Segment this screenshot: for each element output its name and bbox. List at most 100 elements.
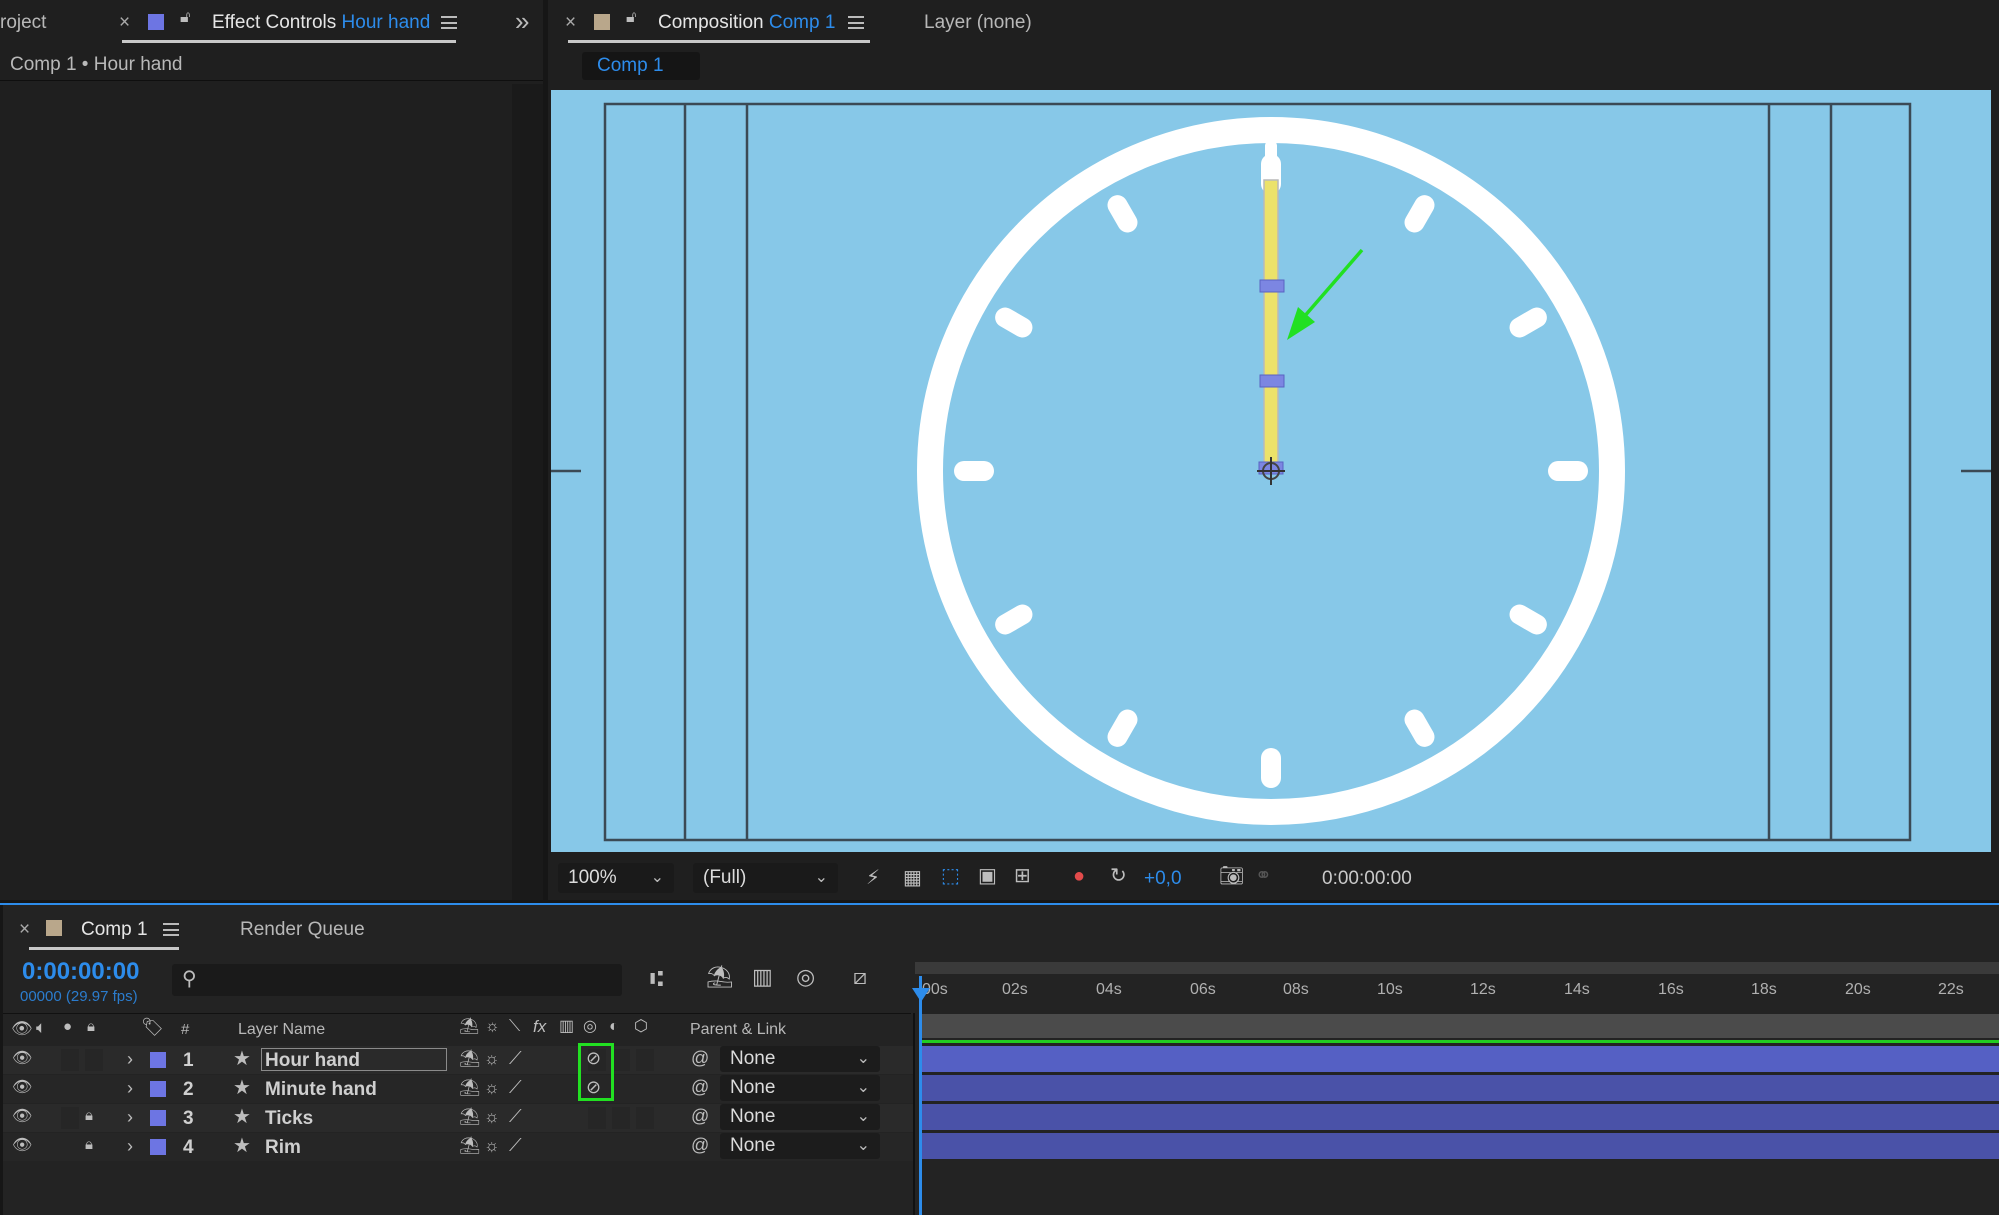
solo-icon[interactable]: ●: [63, 1019, 72, 1034]
quality-switch-icon[interactable]: ⟋: [509, 1078, 522, 1096]
pick-whip-icon[interactable]: @: [691, 1136, 709, 1154]
visibility-eye-icon[interactable]: 👁︎: [12, 1051, 32, 1067]
shy-switch-icon[interactable]: ⛱︎: [459, 1079, 481, 1096]
viewer-timecode[interactable]: 0:00:00:00: [1322, 868, 1412, 890]
fast-previews-icon[interactable]: ⚡︎: [866, 868, 880, 888]
layer-row[interactable]: 👁︎ › 1 ★ Hour hand ⛱︎ ☼ ⟋ ⊘ @ None ⌄: [3, 1046, 913, 1074]
collapse-switch-icon[interactable]: ☼: [484, 1050, 500, 1067]
frame-blending-icon[interactable]: ▥: [752, 966, 773, 988]
adjustment-cell[interactable]: [612, 1049, 630, 1071]
exposure-value[interactable]: +0,0: [1144, 868, 1182, 890]
comp-viewer[interactable]: [551, 90, 1991, 852]
search-input[interactable]: ⚲: [172, 964, 622, 996]
video-visibility-icon[interactable]: 👁︎: [11, 1020, 33, 1037]
layer-name[interactable]: Rim: [265, 1137, 301, 1159]
motion-blur-cell[interactable]: [588, 1136, 606, 1158]
layer-label-color[interactable]: [150, 1139, 166, 1155]
3d-cell[interactable]: [636, 1049, 654, 1071]
solo-cell[interactable]: [61, 1078, 79, 1100]
layer-bar-ticks[interactable]: [922, 1104, 1999, 1130]
tab-timeline-comp[interactable]: Comp 1: [81, 919, 148, 941]
column-layer-name[interactable]: Layer Name: [238, 1021, 325, 1039]
visibility-eye-icon[interactable]: 👁︎: [12, 1080, 32, 1096]
chevron-right-icon[interactable]: ›: [127, 1050, 133, 1068]
audio-icon[interactable]: 🔈︎: [36, 1019, 46, 1036]
pick-whip-icon[interactable]: @: [691, 1049, 709, 1067]
tab-project[interactable]: roject: [0, 12, 46, 34]
motion-blur-cell[interactable]: [588, 1107, 606, 1129]
layer-bar-rim[interactable]: [922, 1133, 1999, 1159]
parent-dropdown[interactable]: None ⌄: [720, 1133, 880, 1159]
layer-bar-hour-hand[interactable]: [922, 1046, 1999, 1072]
expand-panels-icon[interactable]: »: [515, 6, 529, 37]
quality-switch-icon[interactable]: ⟋: [509, 1049, 522, 1067]
parent-dropdown[interactable]: None ⌄: [720, 1075, 880, 1101]
zoom-dropdown[interactable]: 100% ⌄: [558, 863, 674, 893]
comp-flowchart-icon[interactable]: ⑆: [650, 968, 663, 990]
lock-open-icon[interactable]: 🔓︎: [626, 10, 636, 26]
layer-name-field[interactable]: Hour hand: [261, 1048, 447, 1071]
motion-blur-icon[interactable]: ◎: [796, 966, 815, 988]
adjustment-cell[interactable]: [612, 1078, 630, 1100]
mask-path-icon[interactable]: ⬚: [941, 866, 960, 886]
graph-editor-icon[interactable]: ⧄: [853, 966, 867, 988]
layer-label-color[interactable]: [150, 1081, 166, 1097]
shy-switch-icon[interactable]: ⛱︎: [459, 1050, 481, 1067]
region-of-interest-icon[interactable]: ▣: [978, 866, 997, 886]
parent-dropdown[interactable]: None ⌄: [720, 1046, 880, 1072]
solo-cell[interactable]: [61, 1136, 79, 1158]
3d-cell[interactable]: [636, 1136, 654, 1158]
shy-switch-icon[interactable]: ⛱︎: [459, 1137, 481, 1154]
tab-effect-controls[interactable]: Effect Controls Hour hand: [212, 12, 430, 34]
tab-layer[interactable]: Layer (none): [924, 12, 1032, 34]
chevron-right-icon[interactable]: ›: [127, 1079, 133, 1097]
3d-cell[interactable]: [636, 1107, 654, 1129]
playhead-handle[interactable]: [912, 988, 930, 1002]
panel-menu-icon[interactable]: [441, 16, 457, 29]
adjustment-cell[interactable]: [612, 1107, 630, 1129]
layer-name[interactable]: Minute hand: [265, 1079, 377, 1101]
parent-dropdown[interactable]: None ⌄: [720, 1104, 880, 1130]
pick-whip-icon[interactable]: @: [691, 1078, 709, 1096]
layer-name[interactable]: Ticks: [265, 1108, 313, 1130]
time-ruler[interactable]: [915, 962, 1999, 1014]
layer-label-color[interactable]: [150, 1110, 166, 1126]
layer-row[interactable]: 👁︎ 🔒︎ › 3 ★ Ticks ⛱︎ ☼ ⟋ @ None ⌄: [3, 1104, 913, 1132]
adjustment-cell[interactable]: [612, 1136, 630, 1158]
lock-icon[interactable]: 🔒︎: [87, 1019, 95, 1034]
collapse-switch-icon[interactable]: ☼: [484, 1108, 500, 1125]
solo-cell[interactable]: [61, 1107, 79, 1129]
comp-subtab[interactable]: Comp 1: [582, 52, 700, 80]
lock-icon[interactable]: 🔒︎: [85, 1137, 93, 1152]
quality-switch-icon[interactable]: ⟋: [509, 1136, 522, 1154]
snapshot-camera-icon[interactable]: 📷︎: [1219, 866, 1244, 886]
close-icon[interactable]: ×: [565, 12, 576, 34]
chevron-right-icon[interactable]: ›: [127, 1108, 133, 1126]
tab-composition[interactable]: Composition Comp 1: [658, 12, 835, 34]
collapse-switch-icon[interactable]: ☼: [484, 1137, 500, 1154]
reset-exposure-icon[interactable]: ↻: [1110, 866, 1127, 886]
lock-cell[interactable]: [85, 1049, 103, 1071]
visibility-eye-icon[interactable]: 👁︎: [12, 1109, 32, 1125]
layer-bar-minute-hand[interactable]: [922, 1075, 1999, 1101]
close-icon[interactable]: ×: [119, 12, 130, 34]
column-parent-link[interactable]: Parent & Link: [690, 1021, 786, 1039]
shy-layers-icon[interactable]: ⛱︎: [706, 966, 734, 988]
lock-cell[interactable]: [85, 1078, 103, 1100]
shy-switch-icon[interactable]: ⛱︎: [459, 1108, 481, 1125]
channel-icon[interactable]: ●: [1073, 866, 1085, 886]
chevron-right-icon[interactable]: ›: [127, 1137, 133, 1155]
playhead[interactable]: [919, 976, 922, 1215]
quality-switch-icon[interactable]: ⟋: [509, 1107, 522, 1125]
close-icon[interactable]: ×: [19, 919, 30, 941]
layer-row[interactable]: 👁︎ 🔒︎ › 4 ★ Rim ⛱︎ ☼ ⟋ @ None ⌄: [3, 1133, 913, 1161]
layer-row[interactable]: 👁︎ › 2 ★ Minute hand ⛱︎ ☼ ⟋ ⊘ @ None ⌄: [3, 1075, 913, 1103]
layer-label-color[interactable]: [150, 1052, 166, 1068]
transparency-grid-icon[interactable]: ▦: [903, 868, 922, 888]
panel-menu-icon[interactable]: [163, 923, 179, 936]
solo-cell[interactable]: [61, 1049, 79, 1071]
lock-open-icon[interactable]: 🔓︎: [180, 10, 190, 26]
label-tag-icon[interactable]: 🏷︎: [141, 1018, 164, 1036]
work-area-bar[interactable]: [915, 962, 1999, 974]
panel-menu-icon[interactable]: [848, 16, 864, 29]
